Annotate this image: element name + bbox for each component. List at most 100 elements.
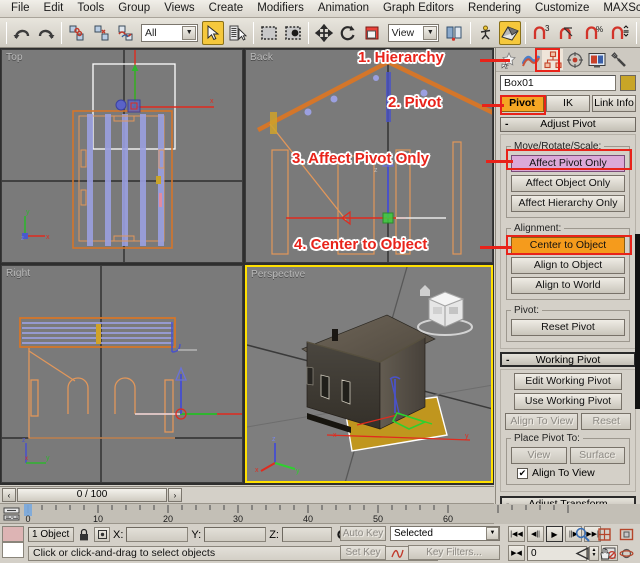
snap-toggle-3d-icon[interactable]: 3 bbox=[530, 21, 554, 45]
previous-frame-button[interactable]: ◀|| bbox=[527, 526, 544, 542]
use-working-pivot-button[interactable]: Use Working Pivot bbox=[514, 393, 622, 410]
menu-item-create[interactable]: Create bbox=[202, 0, 251, 17]
viewport-top[interactable]: Top bbox=[1, 49, 243, 263]
y-coordinate-field[interactable] bbox=[204, 527, 266, 542]
toolbar-divider bbox=[525, 22, 526, 44]
field-of-view-icon[interactable] bbox=[572, 544, 592, 562]
affect-object-only-button[interactable]: Affect Object Only bbox=[511, 175, 625, 192]
pan-view-icon[interactable] bbox=[594, 544, 614, 562]
set-key-filters-toggle-icon[interactable] bbox=[390, 545, 405, 560]
align-to-world-button[interactable]: Align to World bbox=[511, 277, 625, 294]
align-to-view-checkbox-row[interactable]: ✔ Align To View bbox=[511, 467, 625, 479]
selection-set-combo[interactable]: Selected ▼ bbox=[390, 526, 500, 541]
auto-key-button[interactable]: Auto Key bbox=[340, 526, 386, 541]
align-to-view-checkbox[interactable]: ✔ bbox=[517, 468, 528, 479]
zoom-icon[interactable] bbox=[572, 525, 592, 543]
play-animation-button[interactable]: ▶ bbox=[546, 526, 563, 542]
selection-lock-icon[interactable] bbox=[77, 528, 91, 541]
rectangular-selection-region-icon[interactable] bbox=[258, 21, 280, 45]
menu-item-graph-editors[interactable]: Graph Editors bbox=[376, 0, 461, 17]
menu-item-customize[interactable]: Customize bbox=[528, 0, 596, 17]
viewport-back-label[interactable]: Back bbox=[250, 52, 273, 63]
bind-to-space-warp-icon[interactable] bbox=[115, 21, 137, 45]
annotation-4-highlight-box bbox=[506, 235, 632, 255]
object-name-field[interactable]: Box01 bbox=[500, 75, 616, 91]
menu-item-maxscript[interactable]: MAXScript bbox=[596, 0, 640, 17]
zoom-all-icon[interactable] bbox=[594, 525, 614, 543]
viewport-right[interactable]: Right bbox=[1, 265, 243, 483]
undo-icon[interactable] bbox=[11, 21, 33, 45]
window-crossing-icon[interactable] bbox=[282, 21, 304, 45]
tab-ik[interactable]: IK bbox=[546, 95, 590, 112]
redo-icon[interactable] bbox=[35, 21, 57, 45]
motion-tab[interactable] bbox=[564, 49, 585, 70]
select-and-manipulate-icon[interactable] bbox=[475, 21, 497, 45]
snaps-toggle-icon[interactable] bbox=[499, 21, 521, 45]
align-to-view-button[interactable]: Align To View bbox=[505, 413, 578, 430]
set-key-button[interactable]: Set Key bbox=[340, 545, 386, 560]
time-slider-prev[interactable]: ‹ bbox=[2, 488, 16, 502]
utilities-tab[interactable] bbox=[608, 49, 629, 70]
chevron-down-icon[interactable]: ▼ bbox=[182, 26, 196, 40]
track-bar-ruler-right bbox=[494, 504, 640, 524]
toolbar-divider bbox=[470, 22, 471, 44]
reset-button[interactable]: Reset bbox=[581, 413, 631, 430]
time-slider-field[interactable]: 0 / 100 bbox=[17, 488, 167, 502]
select-by-name-icon[interactable] bbox=[226, 21, 248, 45]
rollout-minus-icon: - bbox=[505, 118, 509, 131]
key-mode-button[interactable]: ▶◀ bbox=[508, 545, 525, 561]
select-and-move-icon[interactable] bbox=[313, 21, 335, 45]
menu-item-group[interactable]: Group bbox=[111, 0, 157, 17]
percent-snap-toggle-icon[interactable]: % bbox=[582, 21, 606, 45]
zoom-extents-icon[interactable] bbox=[616, 525, 636, 543]
place-pivot-surface-button[interactable]: Surface bbox=[570, 447, 626, 464]
display-tab[interactable] bbox=[586, 49, 607, 70]
go-to-start-button[interactable]: |◀◀ bbox=[508, 526, 525, 542]
chevron-down-icon[interactable]: ▼ bbox=[423, 26, 437, 40]
track-bar-open-mini-curve-editor-icon[interactable] bbox=[2, 505, 20, 522]
align-to-object-button[interactable]: Align to Object bbox=[511, 257, 625, 274]
animation-controls: Auto Key Set Key Selected ▼ Key Filters.… bbox=[340, 524, 640, 563]
track-bar[interactable]: 0 10 20 30 40 50 60 bbox=[0, 503, 494, 523]
viewport-perspective-label[interactable]: Perspective bbox=[251, 269, 305, 280]
menu-item-views[interactable]: Views bbox=[157, 0, 201, 17]
annotation-2-pivot: 2. Pivot bbox=[388, 94, 441, 111]
rollout-header-working-pivot[interactable]: - Working Pivot bbox=[500, 352, 636, 367]
menu-item-file[interactable]: File bbox=[4, 0, 37, 17]
viewport-perspective[interactable]: Perspective bbox=[245, 265, 493, 483]
rollout-header-adjust-pivot[interactable]: - Adjust Pivot bbox=[500, 117, 636, 132]
use-pivot-point-center-icon[interactable] bbox=[443, 21, 465, 45]
reference-coordinate-combo[interactable]: View ▼ bbox=[388, 24, 440, 42]
select-and-scale-icon[interactable] bbox=[361, 21, 383, 45]
z-coordinate-field[interactable] bbox=[282, 527, 332, 542]
selection-filter-combo[interactable]: All ▼ bbox=[141, 24, 198, 42]
key-filters-button[interactable]: Key Filters... bbox=[408, 545, 500, 560]
angle-snap-toggle-icon[interactable] bbox=[556, 21, 580, 45]
toolbar-divider bbox=[253, 22, 254, 44]
time-slider-next[interactable]: › bbox=[168, 488, 182, 502]
time-slider: ‹ 0 / 100 › bbox=[0, 486, 494, 503]
edit-working-pivot-button[interactable]: Edit Working Pivot bbox=[514, 373, 622, 390]
menu-item-rendering[interactable]: Rendering bbox=[461, 0, 528, 17]
object-color-swatch[interactable] bbox=[620, 75, 636, 91]
reset-pivot-button[interactable]: Reset Pivot bbox=[511, 319, 625, 336]
select-object-icon[interactable] bbox=[202, 21, 224, 45]
spinner-snap-toggle-icon[interactable] bbox=[608, 21, 632, 45]
viewport-top-label[interactable]: Top bbox=[6, 52, 23, 63]
tab-link-info[interactable]: Link Info bbox=[592, 95, 636, 112]
menu-item-animation[interactable]: Animation bbox=[311, 0, 376, 17]
unlink-selection-icon[interactable] bbox=[91, 21, 113, 45]
menu-item-edit[interactable]: Edit bbox=[37, 0, 71, 17]
affect-hierarchy-only-button[interactable]: Affect Hierarchy Only bbox=[511, 195, 625, 212]
chevron-down-icon[interactable]: ▼ bbox=[486, 527, 499, 540]
select-and-link-icon[interactable] bbox=[66, 21, 88, 45]
orbit-icon[interactable] bbox=[616, 544, 636, 562]
menu-item-modifiers[interactable]: Modifiers bbox=[250, 0, 311, 17]
select-and-rotate-icon[interactable] bbox=[337, 21, 359, 45]
menu-item-tools[interactable]: Tools bbox=[70, 0, 111, 17]
place-pivot-view-button[interactable]: View bbox=[511, 447, 567, 464]
viewport-right-label[interactable]: Right bbox=[6, 268, 30, 279]
x-coordinate-field[interactable] bbox=[126, 527, 188, 542]
command-panel-scrollbar[interactable] bbox=[635, 234, 640, 409]
absolute-offset-mode-icon[interactable] bbox=[94, 527, 110, 542]
